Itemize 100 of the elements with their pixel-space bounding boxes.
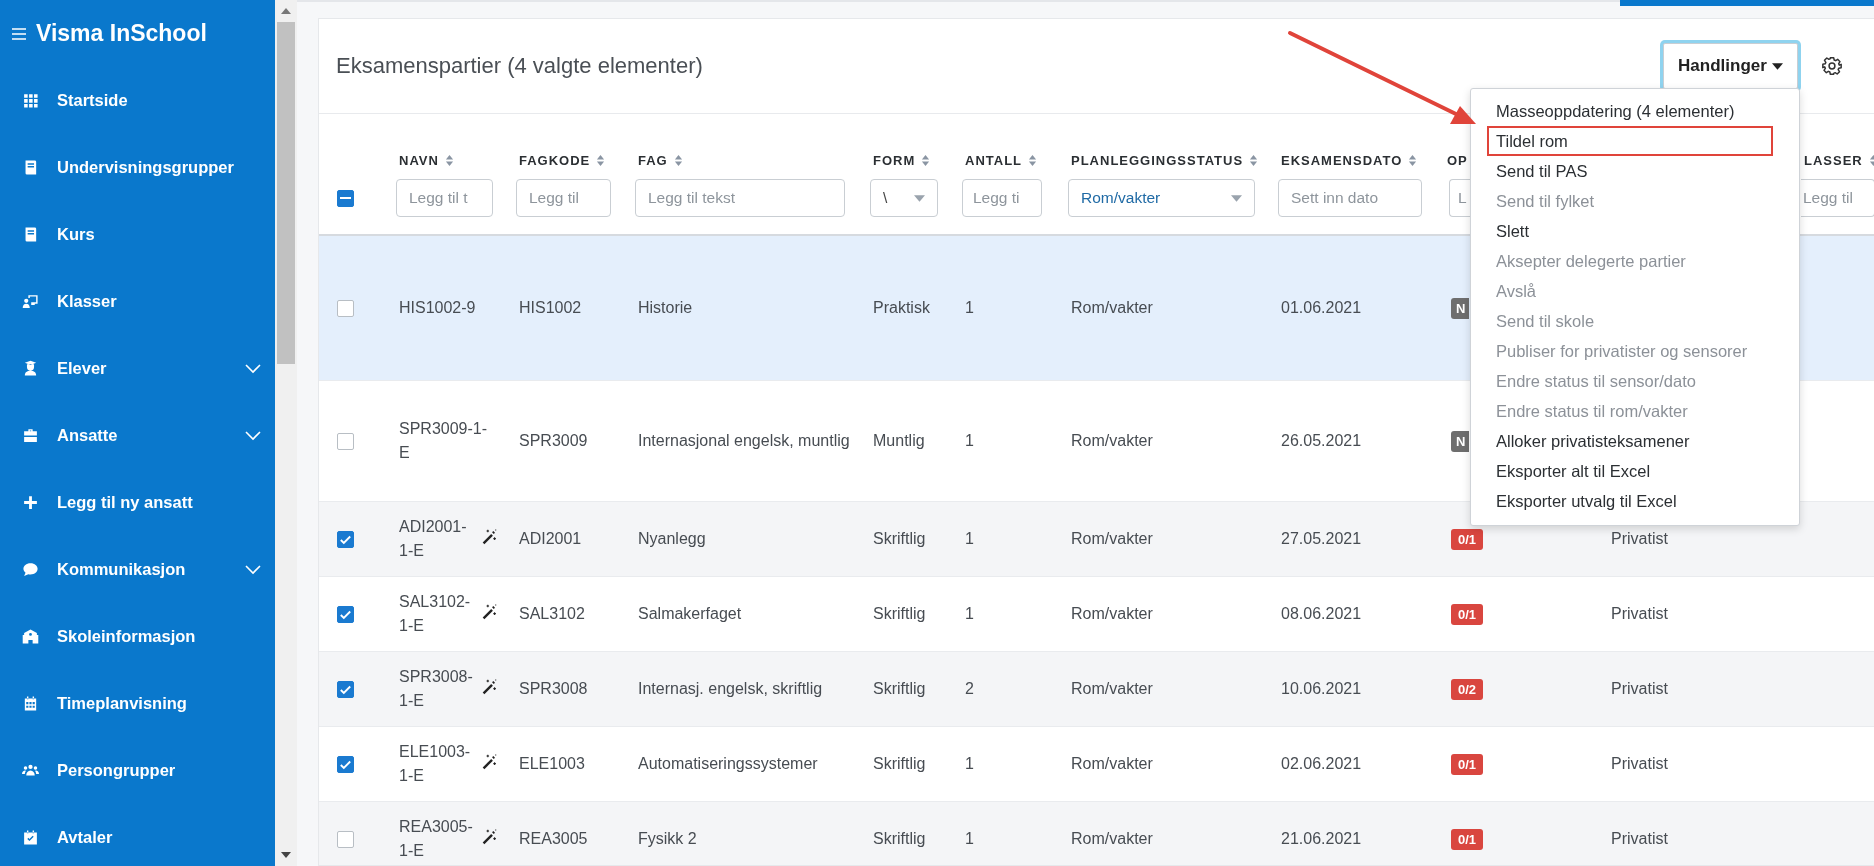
column-header[interactable]: LASSER: [1804, 153, 1863, 168]
sidebar-item[interactable]: Klasser: [0, 268, 275, 335]
table-cell-text: Praktisk: [873, 298, 930, 318]
sort-icon[interactable]: [1408, 154, 1418, 167]
table-cell-text: SAL3102: [519, 604, 585, 624]
date-cell-text: 02.06.2021: [1281, 754, 1362, 774]
sidebar-item[interactable]: Ansatte: [0, 402, 275, 469]
column-header[interactable]: ANTALL: [965, 153, 1023, 168]
column-header[interactable]: NAVN: [399, 153, 439, 168]
table-cell-text: 1: [965, 604, 974, 624]
row-checkbox[interactable]: [337, 680, 354, 698]
table-row[interactable]: SPR3008-1-E SPR3008 Internasj. engelsk, skriftlig Skriftlig 2 Rom/vakter 10.06.2021 0/2 Privatist: [319, 652, 1874, 727]
menu-item[interactable]: Alloker privatisteksamener: [1487, 426, 1773, 456]
row-checkbox[interactable]: [337, 755, 354, 773]
column-header[interactable]: EKSAMENSDATO: [1281, 153, 1403, 168]
sidebar-item[interactable]: Skoleinformasjon: [0, 603, 275, 670]
table-cell-text: Automatiseringssystemer: [638, 754, 818, 774]
column-header[interactable]: FORM: [873, 153, 916, 168]
row-checkbox[interactable]: [337, 299, 354, 317]
table-cell-text: Salmakerfaget: [638, 604, 742, 624]
table-cell-text: REA3005: [519, 829, 588, 849]
date-cell-text: 01.06.2021: [1281, 298, 1362, 318]
sidebar-item[interactable]: Timeplanvisning: [0, 670, 275, 737]
date-cell-text: 27.05.2021: [1281, 529, 1362, 549]
sidebar-item[interactable]: Avtaler: [0, 804, 275, 866]
menu-item[interactable]: Tildel rom: [1487, 126, 1773, 156]
filter-field[interactable]: Legg til: [1801, 179, 1874, 217]
select-all-checkbox[interactable]: [337, 189, 354, 207]
count-badge: 0/1: [1451, 753, 1484, 775]
magic-wand-icon[interactable]: [481, 827, 498, 845]
table-cell-text: Rom/vakter: [1071, 829, 1153, 849]
magic-wand-icon[interactable]: [481, 527, 498, 545]
table-cell-text: Internasj. engelsk, skriftlig: [638, 679, 823, 699]
sidebar-item[interactable]: Kommunikasjon: [0, 536, 275, 603]
filter-field[interactable]: Legg ti: [962, 179, 1042, 217]
menu-item[interactable]: Send til PAS: [1487, 156, 1773, 186]
name-cell-text: SPR3009-1-E: [399, 419, 489, 463]
menu-item[interactable]: Masseoppdatering (4 elementer): [1487, 96, 1773, 126]
app-title: Visma InSchool: [36, 20, 207, 47]
actions-dropdown-button[interactable]: Handlinger: [1663, 43, 1798, 89]
sort-icon[interactable]: [1249, 154, 1259, 167]
table-cell-text: Privatist: [1611, 529, 1668, 549]
sidebar-item[interactable]: Kurs: [0, 201, 275, 268]
menu-icon[interactable]: [12, 27, 26, 40]
date-cell-text: 10.06.2021: [1281, 679, 1362, 699]
table-cell-text: Privatist: [1611, 679, 1668, 699]
column-header[interactable]: FAGKODE: [519, 153, 591, 168]
name-cell-text: REA3005-1-E: [399, 817, 474, 861]
filter-field[interactable]: Legg til tekst: [635, 179, 845, 217]
sort-icon[interactable]: [1028, 154, 1038, 167]
table-cell-text: Rom/vakter: [1071, 754, 1153, 774]
caret-icon[interactable]: [1231, 194, 1242, 202]
row-checkbox[interactable]: [337, 432, 354, 450]
count-badge: 0/2: [1451, 678, 1484, 700]
table-cell-text: Internasjonal engelsk, muntlig: [638, 431, 850, 451]
name-cell-text: ELE1003-1-E: [399, 742, 472, 786]
sidebar-item[interactable]: Startside: [0, 67, 275, 134]
sort-icon[interactable]: [444, 154, 454, 167]
table-cell-text: Rom/vakter: [1071, 431, 1153, 451]
filter-field[interactable]: Legg til: [516, 179, 611, 217]
sidebar-item[interactable]: Persongrupper: [0, 737, 275, 804]
filter-dropdown[interactable]: Rom/vakter: [1068, 179, 1255, 217]
sidebar-item[interactable]: Undervisningsgrupper: [0, 134, 275, 201]
table-cell-text: Fysikk 2: [638, 829, 697, 849]
count-badge: 0/1: [1451, 828, 1484, 850]
table-cell-text: Rom/vakter: [1071, 604, 1153, 624]
presentation-icon: [22, 293, 39, 310]
row-checkbox[interactable]: [337, 530, 354, 548]
table-cell-text: Skriftlig: [873, 679, 926, 699]
chat-bubble-icon: [22, 561, 39, 578]
caret-icon[interactable]: [914, 194, 925, 202]
magic-wand-icon[interactable]: [481, 602, 498, 620]
settings-icon[interactable]: [1822, 56, 1842, 76]
date-field[interactable]: Sett inn dato: [1278, 179, 1422, 217]
column-header[interactable]: PLANLEGGINGSSTATUS: [1071, 153, 1244, 168]
column-header[interactable]: OP: [1447, 153, 1468, 168]
filter-field[interactable]: L: [1449, 179, 1471, 217]
menu-item[interactable]: Eksporter alt til Excel: [1487, 456, 1773, 486]
table-cell-text: Rom/vakter: [1071, 298, 1153, 318]
table-cell-text: 1: [965, 754, 974, 774]
magic-wand-icon[interactable]: [481, 677, 498, 695]
row-checkbox[interactable]: [337, 830, 354, 848]
table-cell-text: Rom/vakter: [1071, 679, 1153, 699]
table-row[interactable]: REA3005-1-E REA3005 Fysikk 2 Skriftlig 1 Rom/vakter 21.06.2021 0/1 Privatist: [319, 802, 1874, 865]
scroll-bar[interactable]: [275, 0, 297, 866]
table-cell-text: ELE1003: [519, 754, 585, 774]
sidebar-item[interactable]: Elever: [0, 335, 275, 402]
column-header[interactable]: FAG: [638, 153, 668, 168]
row-checkbox[interactable]: [337, 605, 354, 623]
table-cell-text: Privatist: [1611, 754, 1668, 774]
table-cell-text: 2: [965, 679, 974, 699]
filter-dropdown[interactable]: \: [870, 179, 938, 217]
sidebar-item[interactable]: Legg til ny ansatt: [0, 469, 275, 536]
filter-field[interactable]: Legg til t: [396, 179, 493, 217]
sort-icon[interactable]: [921, 154, 931, 167]
sort-icon[interactable]: [596, 154, 606, 167]
calendar-check-icon: [22, 829, 39, 846]
briefcase-icon: [22, 427, 39, 444]
sort-icon[interactable]: [673, 154, 683, 167]
magic-wand-icon[interactable]: [481, 752, 498, 770]
